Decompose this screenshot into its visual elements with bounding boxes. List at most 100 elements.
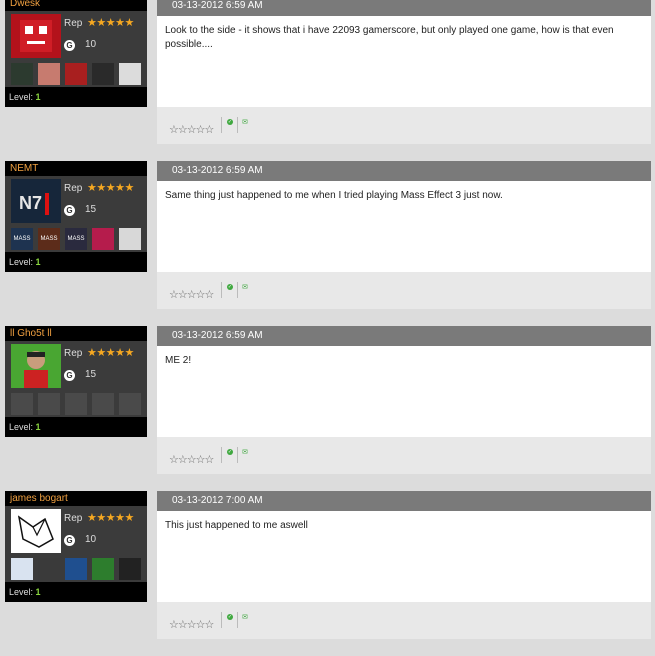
gamerscore-value: 10	[85, 39, 97, 50]
forum-post: NEMT N7 Rep ★★★★★ G 15 MASS MASS MASS Le…	[0, 161, 655, 326]
game-tile	[119, 393, 141, 415]
post-date: 03-13-2012 6:59 AM	[157, 0, 651, 16]
level-value: 1	[35, 92, 41, 102]
level-value: 1	[35, 257, 41, 267]
rep-label: Rep	[64, 513, 83, 524]
mail-icon[interactable]: ✉	[242, 614, 248, 621]
recent-games	[11, 63, 145, 85]
post-text: Same thing just happened to me when I tr…	[157, 181, 651, 272]
game-tile[interactable]	[38, 63, 60, 85]
game-tile[interactable]	[119, 228, 141, 250]
divider	[237, 612, 238, 628]
post-footer: ☆☆☆☆☆ ✓ ✉	[157, 437, 651, 474]
game-tile	[38, 393, 60, 415]
rep-stars: ★★★★★	[87, 347, 134, 359]
forum-post: ll Gho5t ll Rep ★★★★★ G 15 Level: 1 03-1…	[0, 326, 655, 491]
rating-stars[interactable]: ☆☆☆☆☆	[169, 288, 214, 301]
post-text: This just happened to me aswell	[157, 511, 651, 602]
level-value: 1	[35, 587, 41, 597]
verified-icon[interactable]: ✓	[227, 284, 233, 290]
svg-text:N7: N7	[19, 193, 42, 213]
recent-games: MASS MASS MASS	[11, 228, 145, 250]
post-tools: ✓ ✉	[221, 117, 252, 133]
avatar[interactable]	[11, 14, 61, 58]
post-footer: ☆☆☆☆☆ ✓ ✉	[157, 602, 651, 639]
rep-stars: ★★★★★	[87, 17, 134, 29]
user-card: james bogart Rep ★★★★★ G 10 Level: 1	[5, 491, 147, 602]
mail-icon[interactable]: ✉	[242, 284, 248, 291]
user-card: Dwesk Rep ★★★★★ G 10 Level: 1	[5, 0, 147, 107]
avatar[interactable]: N7	[11, 179, 61, 223]
rating-stars[interactable]: ☆☆☆☆☆	[169, 618, 214, 631]
rep-label: Rep	[64, 348, 83, 359]
rep-stars: ★★★★★	[87, 512, 134, 524]
gamerscore-icon: G	[64, 205, 75, 216]
rep-label: Rep	[64, 18, 83, 29]
level-bar: Level: 1	[5, 252, 147, 272]
post-date: 03-13-2012 7:00 AM	[157, 491, 651, 511]
post-footer: ☆☆☆☆☆ ✓ ✉	[157, 107, 651, 144]
rating-stars[interactable]: ☆☆☆☆☆	[169, 453, 214, 466]
game-tile[interactable]	[92, 63, 114, 85]
avatar[interactable]	[11, 509, 61, 553]
forum-post: Dwesk Rep ★★★★★ G 10 Level: 1 03-13-2012…	[0, 0, 655, 161]
game-tile	[65, 393, 87, 415]
username-link[interactable]: james bogart	[5, 491, 147, 506]
divider	[237, 282, 238, 298]
game-tile[interactable]	[11, 63, 33, 85]
post-footer: ☆☆☆☆☆ ✓ ✉	[157, 272, 651, 309]
divider	[237, 117, 238, 133]
username-link[interactable]: NEMT	[5, 161, 147, 176]
level-label: Level:	[9, 587, 34, 597]
level-label: Level:	[9, 92, 34, 102]
verified-icon[interactable]: ✓	[227, 119, 233, 125]
level-bar: Level: 1	[5, 87, 147, 107]
gamerscore-icon: G	[64, 40, 75, 51]
game-tile[interactable]	[119, 558, 141, 580]
gamerscore-icon: G	[64, 370, 75, 381]
post-date: 03-13-2012 6:59 AM	[157, 161, 651, 181]
gamerscore-value: 15	[85, 204, 97, 215]
post-tools: ✓ ✉	[221, 447, 252, 463]
game-tile[interactable]: MASS	[11, 228, 33, 250]
game-tile[interactable]	[65, 558, 87, 580]
level-label: Level:	[9, 422, 34, 432]
game-tile[interactable]	[92, 228, 114, 250]
recent-games	[11, 393, 145, 415]
game-tile[interactable]: MASS	[65, 228, 87, 250]
level-bar: Level: 1	[5, 417, 147, 437]
gamerscore-value: 10	[85, 534, 97, 545]
gamerscore-icon: G	[64, 535, 75, 546]
game-tile[interactable]: MASS	[38, 228, 60, 250]
username-link[interactable]: Dwesk	[5, 0, 147, 11]
recent-games	[11, 558, 145, 580]
game-tile	[92, 393, 114, 415]
forum-post: james bogart Rep ★★★★★ G 10 Level: 1 03-…	[0, 491, 655, 656]
divider	[237, 447, 238, 463]
username-link[interactable]: ll Gho5t ll	[5, 326, 147, 341]
game-tile	[11, 393, 33, 415]
user-card: ll Gho5t ll Rep ★★★★★ G 15 Level: 1	[5, 326, 147, 437]
post-date: 03-13-2012 6:59 AM	[157, 326, 651, 346]
gamerscore-value: 15	[85, 369, 97, 380]
verified-icon[interactable]: ✓	[227, 614, 233, 620]
post-text: ME 2!	[157, 346, 651, 437]
level-label: Level:	[9, 257, 34, 267]
game-tile[interactable]	[11, 558, 33, 580]
game-tile[interactable]	[38, 558, 60, 580]
post-text: Look to the side - it shows that i have …	[157, 16, 651, 107]
level-bar: Level: 1	[5, 582, 147, 602]
game-tile[interactable]	[92, 558, 114, 580]
rep-stars: ★★★★★	[87, 182, 134, 194]
level-value: 1	[35, 422, 41, 432]
avatar[interactable]	[11, 344, 61, 388]
game-tile[interactable]	[65, 63, 87, 85]
rating-stars[interactable]: ☆☆☆☆☆	[169, 123, 214, 136]
rep-label: Rep	[64, 183, 83, 194]
mail-icon[interactable]: ✉	[242, 449, 248, 456]
post-tools: ✓ ✉	[221, 612, 252, 628]
game-tile[interactable]	[119, 63, 141, 85]
verified-icon[interactable]: ✓	[227, 449, 233, 455]
mail-icon[interactable]: ✉	[242, 119, 248, 126]
post-tools: ✓ ✉	[221, 282, 252, 298]
